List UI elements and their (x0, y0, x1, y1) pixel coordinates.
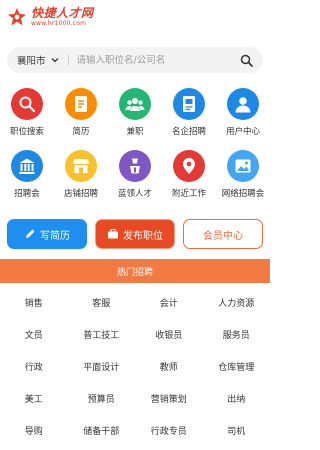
feature-nearby-jobs[interactable]: 附近工作 (162, 150, 216, 212)
job-tag[interactable]: 会计 (135, 296, 203, 309)
job-tag[interactable]: 平面设计 (68, 360, 136, 373)
people-icon (119, 88, 151, 120)
feature-label: 招聘会 (14, 189, 40, 199)
write-resume-label: 写简历 (40, 230, 70, 242)
feature-resume[interactable]: 简历 (54, 88, 108, 150)
hot-jobs-title: 热门招聘 (116, 267, 153, 278)
job-tag[interactable]: 美工 (0, 392, 68, 405)
job-tag[interactable]: 收银员 (135, 328, 203, 341)
city-label: 襄阳市 (17, 56, 46, 67)
job-tag[interactable]: 仓库管理 (203, 360, 271, 373)
search-divider (67, 54, 69, 66)
post-job-button[interactable]: 发布职位 (95, 219, 175, 249)
feature-label: 附近工作 (171, 189, 206, 199)
feature-label: 网络招聘会 (221, 189, 265, 199)
hall-icon (11, 150, 43, 182)
image-icon (227, 150, 259, 182)
job-tag[interactable]: 预算员 (68, 392, 136, 405)
action-bar: 写简历 发布职位 会员中心 (7, 219, 263, 249)
tag-row: 销售 客服 会计 人力资源 (0, 286, 270, 318)
feature-job-fair[interactable]: 招聘会 (0, 150, 54, 212)
job-tag[interactable]: 普工技工 (68, 328, 136, 341)
feature-label: 店铺招聘 (63, 189, 98, 199)
job-tag[interactable]: 行政 (0, 360, 68, 373)
building-card-icon (173, 88, 205, 120)
job-tag[interactable]: 司机 (203, 424, 271, 437)
logo-url: www.hr1000.com (31, 20, 87, 27)
feature-top-companies[interactable]: 名企招聘 (162, 88, 216, 150)
job-tag[interactable]: 客服 (68, 296, 136, 309)
feature-label: 职位搜索 (9, 127, 44, 137)
tag-row: 行政 平面设计 教师 仓库管理 (0, 350, 270, 382)
job-tag[interactable]: 行政专员 (135, 424, 203, 437)
feature-job-search[interactable]: 职位搜索 (0, 88, 54, 150)
search-icon (11, 88, 43, 120)
site-logo[interactable]: 快捷人才网 www.hr1000.com (7, 7, 94, 27)
hot-jobs-list: 销售 客服 会计 人力资源 文员 普工技工 收银员 服务员 行政 平面设计 教师… (0, 286, 270, 446)
job-tag[interactable]: 营销策划 (135, 392, 203, 405)
tag-row: 文员 普工技工 收银员 服务员 (0, 318, 270, 350)
feature-user-center[interactable]: 用户中心 (216, 88, 270, 150)
feature-grid: 职位搜索 简历 兼职 名企招聘 用户中心 招聘会 店铺招聘 蓝领人才 附近工作 … (0, 88, 270, 212)
feature-label: 名企招聘 (171, 127, 206, 137)
feature-row: 职位搜索 简历 兼职 名企招聘 用户中心 (0, 88, 270, 150)
search-button[interactable] (235, 49, 257, 71)
worker-icon (119, 150, 151, 182)
feature-shop-hiring[interactable]: 店铺招聘 (54, 150, 108, 212)
job-tag[interactable]: 人力资源 (203, 296, 271, 309)
user-icon (227, 88, 259, 120)
search-icon (240, 54, 253, 67)
job-tag[interactable]: 出纳 (203, 392, 271, 405)
job-tag[interactable]: 服务员 (203, 328, 271, 341)
location-pin-icon (173, 150, 205, 182)
feature-label: 蓝领人才 (117, 189, 152, 199)
job-tag[interactable]: 销售 (0, 296, 68, 309)
hot-jobs-header: 热门招聘 (0, 259, 270, 283)
logo-mark-icon (7, 7, 27, 27)
write-resume-button[interactable]: 写简历 (7, 219, 87, 249)
job-tag[interactable]: 导购 (0, 424, 68, 437)
logo-text: 快捷人才网 (31, 6, 94, 20)
search-bar: 襄阳市 (7, 47, 263, 73)
feature-row: 招聘会 店铺招聘 蓝领人才 附近工作 网络招聘会 (0, 150, 270, 212)
city-selector[interactable]: 襄阳市 (7, 53, 60, 67)
member-center-button[interactable]: 会员中心 (183, 219, 263, 249)
feature-label: 简历 (72, 127, 90, 137)
feature-label: 兼职 (126, 127, 144, 137)
search-input[interactable] (76, 54, 235, 66)
post-job-label: 发布职位 (123, 230, 163, 242)
member-center-label: 会员中心 (203, 230, 243, 242)
feature-online-fair[interactable]: 网络招聘会 (216, 150, 270, 212)
pencil-icon (26, 229, 35, 238)
briefcase-icon (108, 228, 118, 239)
job-tag[interactable]: 储备干部 (68, 424, 136, 437)
feature-blue-collar[interactable]: 蓝领人才 (108, 150, 162, 212)
feature-part-time[interactable]: 兼职 (108, 88, 162, 150)
document-icon (65, 88, 97, 120)
feature-label: 用户中心 (225, 127, 260, 137)
chevron-down-icon (51, 58, 58, 63)
app-header: 快捷人才网 www.hr1000.com (0, 0, 270, 40)
tag-row: 导购 储备干部 行政专员 司机 (0, 414, 270, 446)
shop-icon (65, 150, 97, 182)
job-tag[interactable]: 教师 (135, 360, 203, 373)
tag-row: 美工 预算员 营销策划 出纳 (0, 382, 270, 414)
job-tag[interactable]: 文员 (0, 328, 68, 341)
